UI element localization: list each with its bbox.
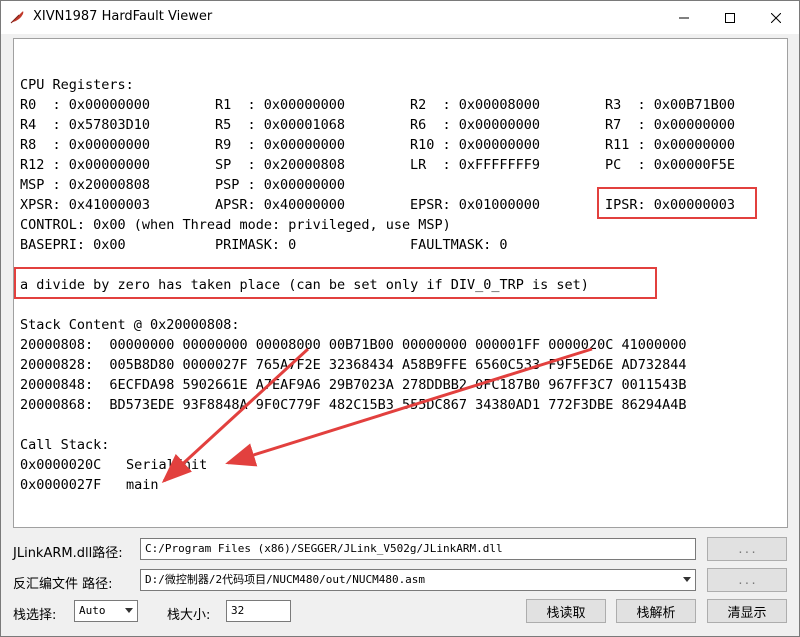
register-r11: R11 : 0x00000000 — [605, 137, 736, 153]
maximize-button[interactable] — [707, 1, 753, 34]
title-bar[interactable]: XIVN1987 HardFault Viewer — [1, 1, 799, 34]
disasm-browse-button[interactable]: ... — [707, 568, 787, 592]
stack-row: 20000868: BD573EDE 93F8848A 9F0C779F 482… — [20, 397, 687, 413]
register-lr: LR : 0xFFFFFFF9 — [410, 157, 541, 173]
jlink-path-field[interactable]: C:/Program Files (x86)/SEGGER/JLink_V502… — [140, 538, 696, 560]
register-msp: MSP : 0x20000808 — [20, 177, 151, 193]
register-r3: R3 : 0x00B71B00 — [605, 97, 736, 113]
register-epsr: EPSR: 0x01000000 — [410, 197, 541, 213]
stack-select-label: 栈选择: — [13, 608, 57, 623]
jlink-browse-button[interactable]: ... — [707, 537, 787, 561]
call-stack-header: Call Stack: — [20, 437, 110, 453]
minimize-icon — [679, 17, 689, 18]
minimize-button[interactable] — [661, 1, 707, 34]
jlink-path-label: JLinkARM.dll路径: — [13, 546, 123, 561]
stack-select-combo[interactable]: Auto — [74, 600, 138, 622]
disasm-path-combo[interactable]: D:/微控制器/2代码项目/NUCM480/out/NUCM480.asm — [140, 569, 696, 591]
window-title: XIVN1987 HardFault Viewer — [33, 9, 213, 24]
read-stack-button[interactable]: 栈读取 — [526, 599, 606, 623]
stack-size-input[interactable]: 32 — [226, 600, 291, 622]
register-basepri: BASEPRI: 0x00 — [20, 237, 126, 253]
register-r5: R5 : 0x00001068 — [215, 117, 346, 133]
output-text-area[interactable]: CPU Registers: R0 : 0x00000000 R1 : 0x00… — [13, 38, 788, 528]
stack-row: 20000848: 6ECFDA98 5902661E A7EAF9A6 29B… — [20, 377, 687, 393]
app-feather-icon — [10, 11, 24, 24]
disasm-path-value: D:/微控制器/2代码项目/NUCM480/out/NUCM480.asm — [145, 573, 426, 586]
control-register-line: CONTROL: 0x00 (when Thread mode: privile… — [20, 217, 451, 233]
stack-row: 20000808: 00000000 00000000 00008000 00B… — [20, 337, 687, 353]
cpu-registers-header: CPU Registers: — [20, 77, 134, 93]
maximize-icon — [725, 12, 735, 23]
stack-content-header: Stack Content @ 0x20000808: — [20, 317, 240, 333]
parse-stack-button[interactable]: 栈解析 — [616, 599, 696, 623]
register-r10: R10 : 0x00000000 — [410, 137, 541, 153]
fault-message-highlight-box — [14, 267, 657, 299]
register-r8: R8 : 0x00000000 — [20, 137, 151, 153]
chevron-down-icon — [125, 608, 133, 613]
stack-select-value: Auto — [79, 604, 106, 617]
call-stack-function: main — [126, 477, 159, 493]
stack-size-label: 栈大小: — [167, 608, 211, 623]
register-r7: R7 : 0x00000000 — [605, 117, 736, 133]
register-r1: R1 : 0x00000000 — [215, 97, 346, 113]
register-xpsr: XPSR: 0x41000003 — [20, 197, 151, 213]
app-window: XIVN1987 HardFault Viewer CPU Registers:… — [0, 0, 800, 637]
close-button[interactable] — [753, 1, 799, 34]
register-faultmask: FAULTMASK: 0 — [410, 237, 508, 253]
stack-row: 20000828: 005B8D80 0000027F 765A7F2E 323… — [20, 357, 687, 373]
register-psp: PSP : 0x00000000 — [215, 177, 346, 193]
register-r0: R0 : 0x00000000 — [20, 97, 151, 113]
register-primask: PRIMASK: 0 — [215, 237, 297, 253]
register-r4: R4 : 0x57803D10 — [20, 117, 151, 133]
call-stack-function: SerialInit — [126, 457, 208, 473]
register-pc: PC : 0x00000F5E — [605, 157, 736, 173]
clear-display-button[interactable]: 清显示 — [707, 599, 787, 623]
register-apsr: APSR: 0x40000000 — [215, 197, 346, 213]
register-r2: R2 : 0x00008000 — [410, 97, 541, 113]
disasm-path-label: 反汇编文件 路径: — [13, 577, 113, 592]
call-stack-address: 0x0000020C — [20, 457, 102, 473]
call-stack-address: 0x0000027F — [20, 477, 102, 493]
register-r12: R12 : 0x00000000 — [20, 157, 151, 173]
chevron-down-icon — [683, 577, 691, 582]
ipsr-highlight-box — [597, 187, 757, 219]
register-sp: SP : 0x20000808 — [215, 157, 346, 173]
register-r6: R6 : 0x00000000 — [410, 117, 541, 133]
close-icon — [771, 12, 781, 23]
register-r9: R9 : 0x00000000 — [215, 137, 346, 153]
